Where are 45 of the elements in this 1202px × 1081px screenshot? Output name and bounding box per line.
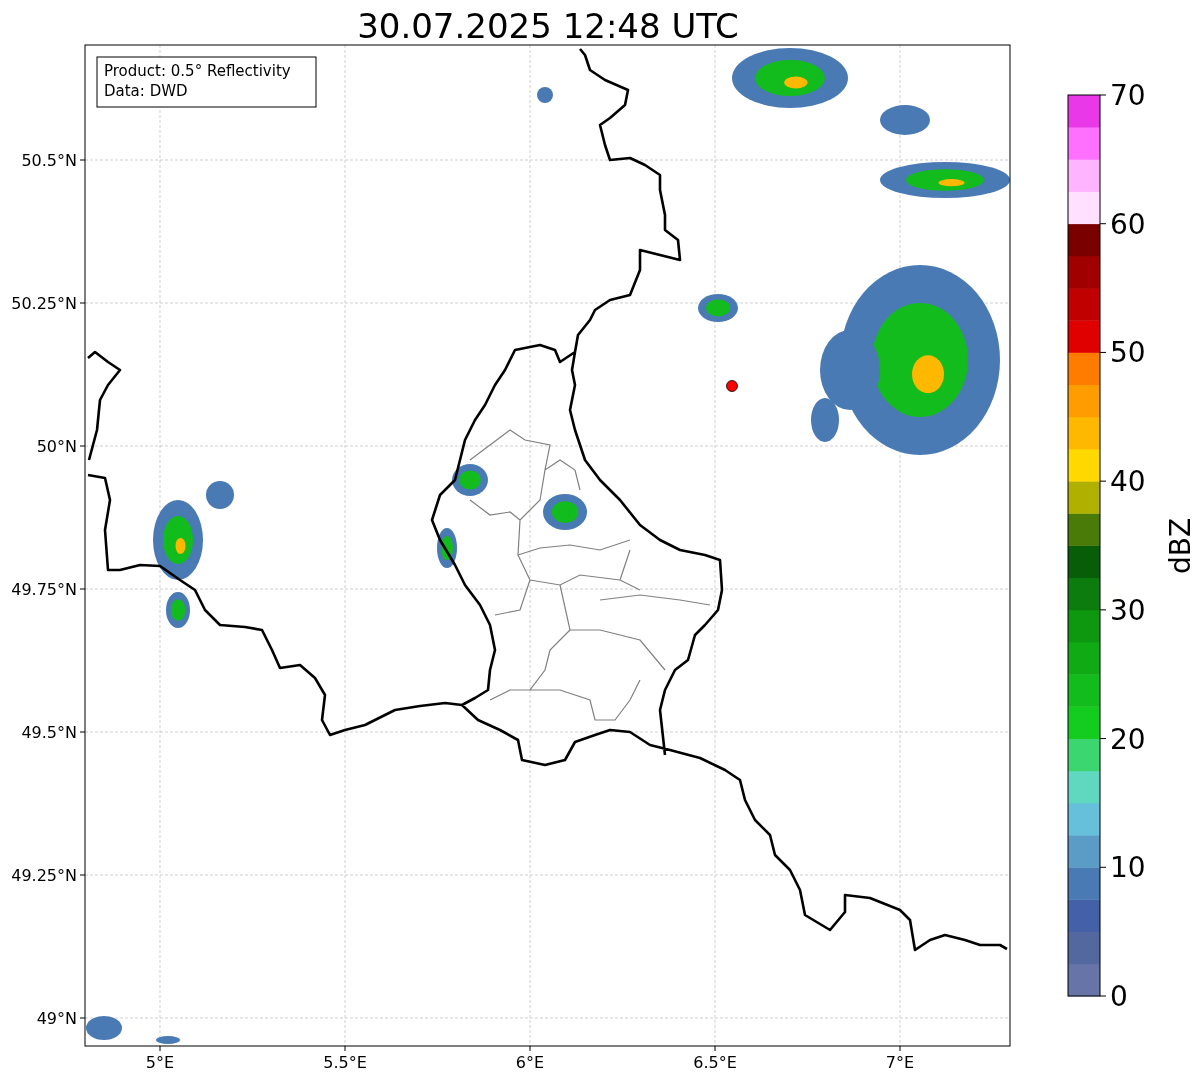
- colorbar-tick-label: 60: [1110, 207, 1146, 241]
- axis-tick-label: 6°E: [515, 1053, 545, 1072]
- tick-mark: [79, 159, 86, 161]
- tick-mark: [1099, 94, 1107, 96]
- tick-mark: [1099, 223, 1107, 225]
- colorbar-label: dBZ: [1164, 517, 1197, 575]
- colorbar-tick-label: 70: [1110, 79, 1146, 112]
- location-marker: [726, 380, 738, 392]
- tick-mark: [79, 445, 86, 447]
- axis-tick-label: 49.25°N: [11, 866, 77, 885]
- legend-text: Data: DWD: [104, 82, 188, 100]
- colorbar-tick-label: 50: [1110, 336, 1146, 370]
- tick-mark: [344, 1045, 346, 1052]
- tick-mark: [1099, 995, 1107, 997]
- tick-mark: [899, 1045, 901, 1052]
- axis-tick-label: 50.5°N: [21, 151, 77, 170]
- axis-tick-label: 50°N: [36, 437, 77, 456]
- chart-title: 30.07.2025 12:48 UTC: [357, 6, 739, 46]
- colorbar-tick-label: 40: [1110, 465, 1146, 499]
- axis-tick-label: 49.5°N: [21, 723, 77, 742]
- colorbar-tick-label: 30: [1110, 593, 1146, 627]
- tick-mark: [1099, 866, 1107, 868]
- legend-text: Product: 0.5° Reflectivity: [104, 62, 291, 80]
- axis-tick-label: 49°N: [36, 1009, 77, 1028]
- tick-mark: [79, 874, 86, 876]
- axis-tick-label: 5°E: [145, 1053, 175, 1072]
- colorbar-tick-label: 0: [1110, 980, 1128, 1013]
- axis-tick-label: 6.5°E: [693, 1053, 737, 1072]
- tick-mark: [1099, 480, 1107, 482]
- tick-mark: [79, 731, 86, 733]
- colorbar-tick-label: 20: [1110, 722, 1146, 756]
- tick-mark: [79, 1017, 86, 1019]
- tick-mark: [1099, 351, 1107, 353]
- colorbar-tick-label: 10: [1110, 851, 1146, 885]
- axis-tick-label: 7°E: [885, 1053, 915, 1072]
- tick-mark: [1099, 738, 1107, 740]
- tick-mark: [79, 302, 86, 304]
- tick-mark: [159, 1045, 161, 1052]
- axis-tick-label: 5.5°E: [323, 1053, 367, 1072]
- axis-tick-label: 49.75°N: [11, 580, 77, 599]
- tick-mark: [529, 1045, 531, 1052]
- tick-mark: [79, 588, 86, 590]
- axis-tick-label: 50.25°N: [11, 294, 77, 313]
- tick-mark: [714, 1045, 716, 1052]
- tick-mark: [1099, 609, 1107, 611]
